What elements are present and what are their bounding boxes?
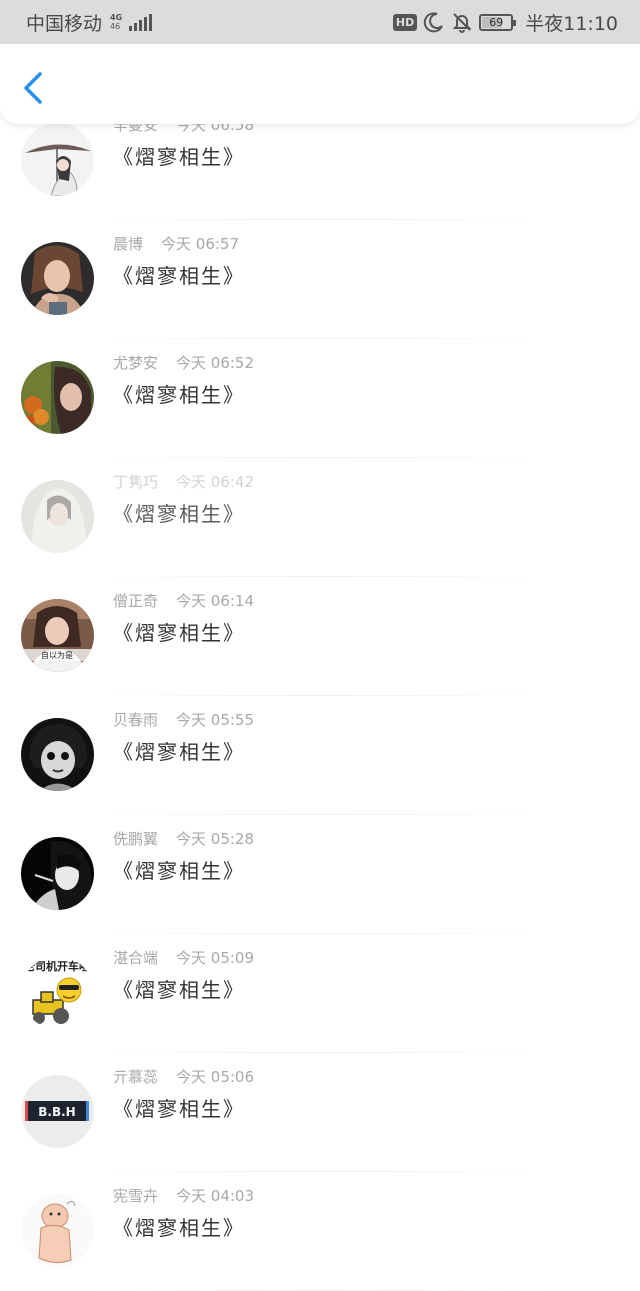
list-item[interactable]: 宪雪卉 今天 04:03 《熠寥相生》 xyxy=(0,1172,640,1291)
list-item[interactable]: 自以为是 僧正奇 今天 06:14 《熠寥相生》 xyxy=(0,577,640,696)
status-bar: 中国移动 4G 46 HD 69 半夜11:10 xyxy=(0,0,640,44)
sender-name: 僧正奇 xyxy=(113,592,159,610)
hd-badge: HD xyxy=(392,13,418,31)
sender-name: 晨博 xyxy=(113,235,144,253)
avatar-image xyxy=(21,718,94,791)
message-text: 《熠寥相生》 xyxy=(113,1216,245,1240)
sender-name: 侁鹏翼 xyxy=(113,830,159,848)
message-time: 今天 05:09 xyxy=(176,949,255,967)
sender-name: 湛合端 xyxy=(113,949,159,967)
message-meta: 湛合端 今天 05:09 xyxy=(113,947,254,968)
message-text: 《熠寥相生》 xyxy=(113,859,245,883)
avatar-image xyxy=(21,1194,94,1267)
status-bar-right: HD 69 半夜11:10 xyxy=(392,9,618,36)
avatar-image xyxy=(21,123,94,196)
sender-name: 丁隽巧 xyxy=(113,473,159,491)
message-meta: 亓慕蕊 今天 05:06 xyxy=(113,1066,254,1087)
message-time: 今天 06:57 xyxy=(161,235,240,253)
avatar[interactable] xyxy=(21,718,94,791)
avatar[interactable]: B.B.H xyxy=(21,1075,94,1148)
avatar[interactable] xyxy=(21,361,94,434)
moon-icon xyxy=(423,12,444,33)
message-meta: 晨博 今天 06:57 xyxy=(113,233,239,254)
clock: 半夜11:10 xyxy=(525,12,618,35)
list-item[interactable]: 老司机开车啦 湛合端 今天 05:09 《熠寥相生》 xyxy=(0,934,640,1053)
sender-name: 贝春雨 xyxy=(113,711,159,729)
sender-name: 亓慕蕊 xyxy=(113,1068,159,1086)
avatar[interactable] xyxy=(21,123,94,196)
message-time: 今天 06:42 xyxy=(176,473,255,491)
network-indicator: 4G 46 xyxy=(110,13,122,31)
avatar-image: 老司机开车啦 xyxy=(21,956,94,1029)
list-item[interactable]: 尤梦安 今天 06:52 《熠寥相生》 xyxy=(0,339,640,458)
message-time: 今天 04:03 xyxy=(176,1187,255,1205)
avatar-caption: 自以为是 xyxy=(41,650,73,660)
avatar-image xyxy=(21,837,94,910)
message-text: 《熠寥相生》 xyxy=(113,1097,245,1121)
avatar-image xyxy=(21,480,94,553)
message-meta: 尤梦安 今天 06:52 xyxy=(113,352,254,373)
message-text: 《熠寥相生》 xyxy=(113,502,245,526)
message-time: 今天 05:55 xyxy=(176,711,255,729)
message-meta: 侁鹏翼 今天 05:28 xyxy=(113,828,254,849)
message-meta: 贝春雨 今天 05:55 xyxy=(113,709,254,730)
avatar[interactable]: 老司机开车啦 xyxy=(21,956,94,1029)
list-item[interactable]: 丁隽巧 今天 06:42 《熠寥相生》 xyxy=(0,458,640,577)
avatar-image xyxy=(21,361,94,434)
chevron-left-icon xyxy=(24,72,42,104)
list-item[interactable]: 晨博 今天 06:57 《熠寥相生》 xyxy=(0,220,640,339)
avatar-image: B.B.H xyxy=(21,1075,94,1148)
avatar-caption: B.B.H xyxy=(38,1105,75,1119)
avatar[interactable] xyxy=(21,1194,94,1267)
message-text: 《熠寥相生》 xyxy=(113,740,245,764)
list-item[interactable]: B.B.H 亓慕蕊 今天 05:06 《熠寥相生》 xyxy=(0,1053,640,1172)
message-text: 《熠寥相生》 xyxy=(113,145,245,169)
message-time: 今天 06:14 xyxy=(176,592,255,610)
list-item[interactable]: 侁鹏翼 今天 05:28 《熠寥相生》 xyxy=(0,815,640,934)
message-meta: 僧正奇 今天 06:14 xyxy=(113,590,254,611)
message-text: 《熠寥相生》 xyxy=(113,383,245,407)
battery-level: 69 xyxy=(489,15,504,29)
status-bar-left: 中国移动 4G 46 xyxy=(26,9,153,36)
list-item[interactable]: 贝春雨 今天 05:55 《熠寥相生》 xyxy=(0,696,640,815)
avatar-image xyxy=(21,242,94,315)
signal-icon xyxy=(129,13,153,31)
message-text: 《熠寥相生》 xyxy=(113,621,245,645)
top-nav-bar xyxy=(0,44,640,124)
avatar[interactable] xyxy=(21,837,94,910)
message-text: 《熠寥相生》 xyxy=(113,978,245,1002)
message-time: 今天 06:52 xyxy=(176,354,255,372)
bell-off-icon xyxy=(452,13,472,33)
network-sub: 46 xyxy=(110,22,121,31)
sender-name: 尤梦安 xyxy=(113,354,159,372)
message-time: 今天 05:28 xyxy=(176,830,255,848)
message-text: 《熠寥相生》 xyxy=(113,264,245,288)
message-meta: 宪雪卉 今天 04:03 xyxy=(113,1185,254,1206)
back-button[interactable] xyxy=(18,70,48,106)
avatar[interactable] xyxy=(21,480,94,553)
avatar-caption: 老司机开车啦 xyxy=(23,959,90,973)
message-meta: 丁隽巧 今天 06:42 xyxy=(113,471,254,492)
message-time: 今天 05:06 xyxy=(176,1068,255,1086)
battery-icon: 69 xyxy=(479,13,517,31)
avatar[interactable] xyxy=(21,242,94,315)
carrier-label: 中国移动 xyxy=(26,12,103,35)
avatar[interactable]: 自以为是 xyxy=(21,599,94,672)
sender-name: 宪雪卉 xyxy=(113,1187,159,1205)
avatar-image: 自以为是 xyxy=(21,599,94,672)
network-type: 4G xyxy=(110,13,123,22)
